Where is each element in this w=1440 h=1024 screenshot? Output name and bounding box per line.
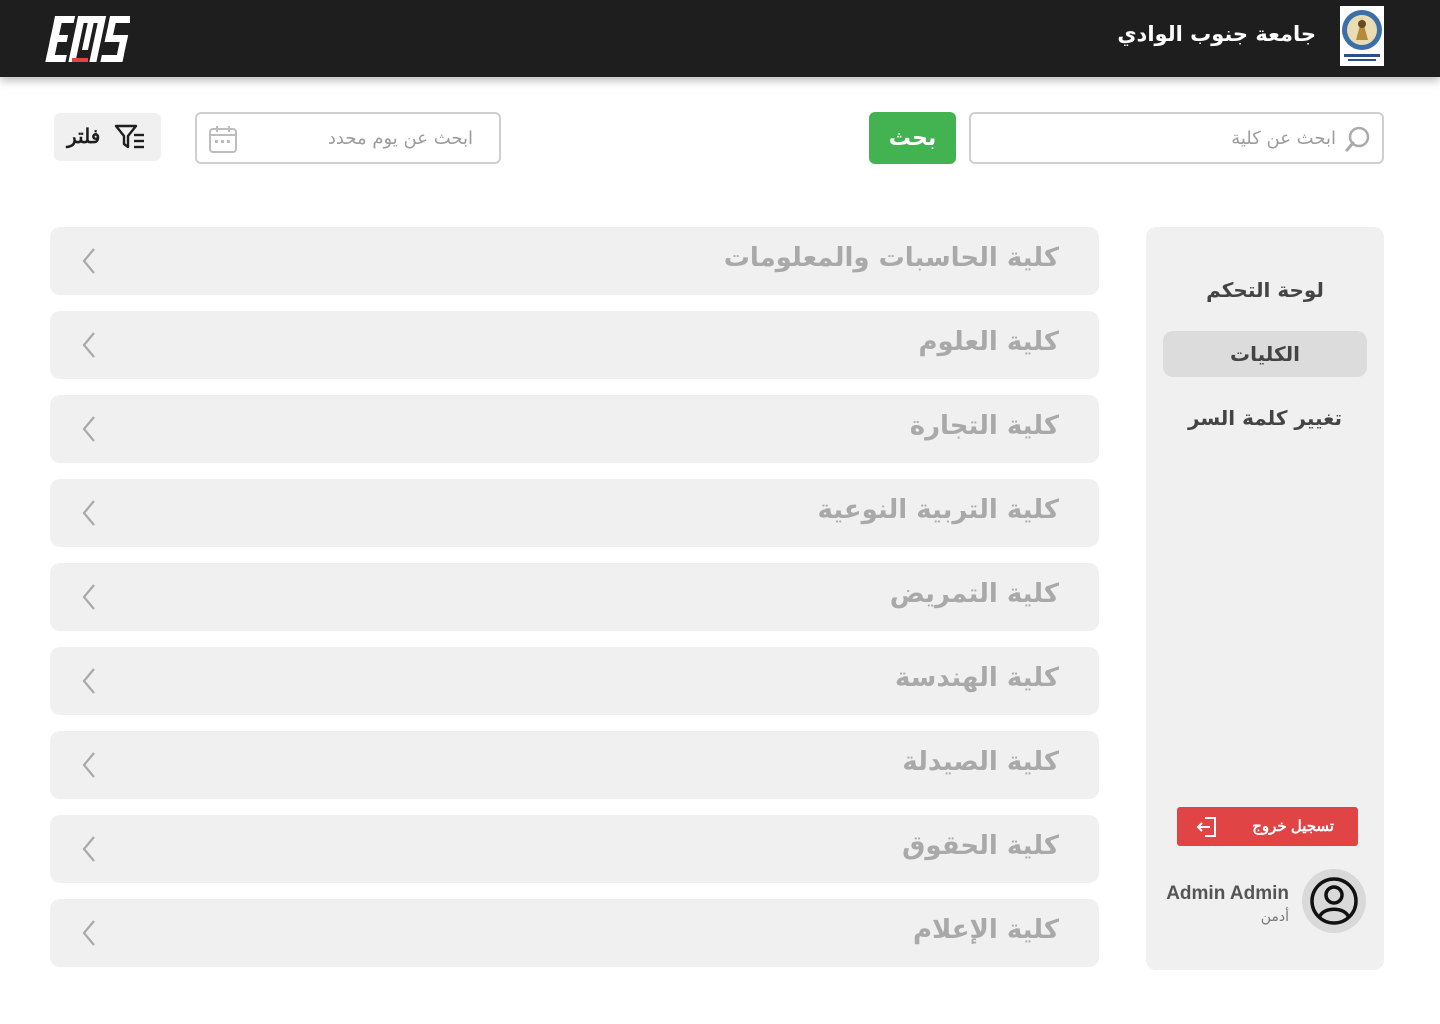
university-crest-icon (1340, 6, 1384, 66)
college-name: كلية الإعلام (913, 915, 1059, 945)
college-item[interactable]: كلية الهندسة (50, 647, 1099, 715)
filter-button[interactable]: فلتر (54, 113, 161, 161)
filter-icon (114, 124, 144, 149)
user-role: أدمن (1260, 909, 1289, 925)
logout-icon (1196, 817, 1216, 837)
chevron-left-icon (82, 584, 95, 610)
college-name: كلية الحقوق (902, 831, 1059, 861)
college-item[interactable]: كلية العلوم (50, 311, 1099, 379)
college-name: كلية التربية النوعية (817, 495, 1059, 525)
college-name: كلية العلوم (918, 327, 1060, 357)
chevron-left-icon (82, 248, 95, 274)
college-item[interactable]: كلية الصيدلة (50, 731, 1099, 799)
college-item[interactable]: كلية الحاسبات والمعلومات (50, 227, 1099, 295)
date-search-input[interactable] (253, 126, 473, 150)
sidebar: لوحة التحكم الكليات تغيير كلمة السر تسجي… (1146, 227, 1384, 970)
user-name: Admin Admin (1166, 883, 1289, 904)
chevron-left-icon (82, 920, 95, 946)
sidebar-item-change-password[interactable]: تغيير كلمة السر (1160, 395, 1370, 441)
college-item[interactable]: كلية الحقوق (50, 815, 1099, 883)
sidebar-item-dashboard[interactable]: لوحة التحكم (1163, 267, 1367, 313)
logout-label: تسجيل خروج (1252, 818, 1334, 835)
chevron-left-icon (82, 416, 95, 442)
filter-button-label: فلتر (67, 126, 101, 148)
chevron-left-icon (82, 668, 95, 694)
avatar[interactable] (1302, 869, 1366, 933)
college-name: كلية التجارة (909, 411, 1059, 441)
ems-logo[interactable] (44, 12, 130, 66)
logout-button[interactable]: تسجيل خروج (1177, 807, 1358, 846)
chevron-left-icon (82, 332, 95, 358)
college-item[interactable]: كلية الإعلام (50, 899, 1099, 967)
college-name: كلية الصيدلة (902, 747, 1059, 777)
search-button[interactable]: بحث (869, 112, 956, 164)
college-item[interactable]: كلية التجارة (50, 395, 1099, 463)
date-search-field[interactable] (195, 112, 501, 164)
chevron-left-icon (82, 500, 95, 526)
university-name: جامعة جنوب الوادي (1117, 22, 1316, 46)
college-search-input[interactable] (1006, 126, 1336, 150)
sidebar-item-colleges[interactable]: الكليات (1163, 331, 1367, 377)
college-name: كلية الحاسبات والمعلومات (723, 243, 1059, 273)
college-item[interactable]: كلية التمريض (50, 563, 1099, 631)
college-search-field[interactable] (969, 112, 1384, 164)
college-name: كلية التمريض (889, 579, 1059, 609)
chevron-left-icon (82, 752, 95, 778)
college-item[interactable]: كلية التربية النوعية (50, 479, 1099, 547)
chevron-left-icon (82, 836, 95, 862)
search-icon (1345, 126, 1370, 152)
top-bar: جامعة جنوب الوادي (0, 0, 1440, 77)
college-name: كلية الهندسة (895, 663, 1059, 693)
user-circle-icon (1310, 877, 1358, 925)
college-list: كلية الحاسبات والمعلومات كلية العلوم كلي… (50, 227, 1099, 983)
calendar-icon[interactable] (207, 123, 239, 155)
